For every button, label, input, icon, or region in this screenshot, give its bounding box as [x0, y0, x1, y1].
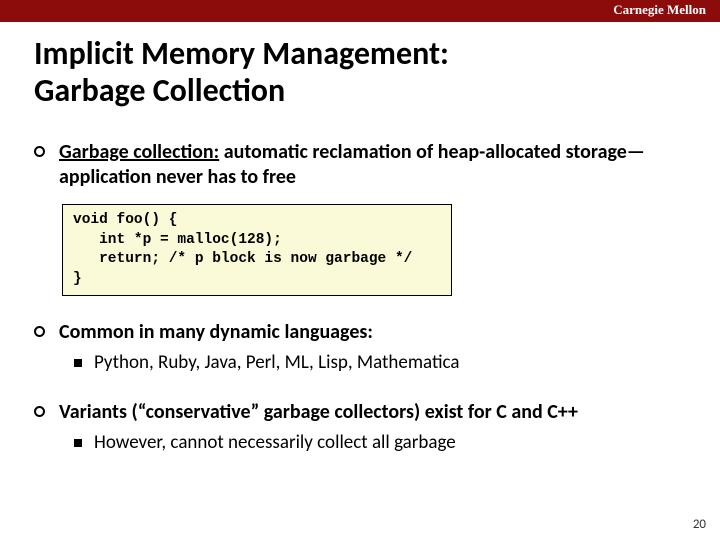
bullet-item: Variants (“conservative” garbage collect…: [34, 400, 690, 456]
bullet-text: Garbage collection: automatic reclamatio…: [59, 140, 690, 190]
title-line-1: Implicit Memory Management:: [34, 34, 449, 73]
square-bullet-icon: [74, 359, 82, 367]
bullet-item: Garbage collection: automatic reclamatio…: [34, 140, 690, 296]
page-number: 20: [693, 517, 706, 532]
subbullet-item: Python, Ruby, Java, Perl, ML, Lisp, Math…: [74, 351, 690, 376]
bullet-text: Common in many dynamic languages:: [59, 320, 373, 345]
square-bullet-icon: [74, 439, 82, 447]
subbullet-item: However, cannot necessarily collect all …: [74, 431, 690, 456]
top-bar: [0, 0, 720, 22]
code-block: void foo() { int *p = malloc(128); retur…: [62, 204, 452, 296]
subbullet-text: However, cannot necessarily collect all …: [94, 431, 456, 456]
bullet-text: Variants (“conservative” garbage collect…: [59, 400, 578, 425]
bullet-item: Common in many dynamic languages: Python…: [34, 320, 690, 376]
bullet-term: Garbage collection:: [59, 140, 219, 164]
brand-label: Carnegie Mellon: [613, 2, 706, 18]
circle-bullet-icon: [34, 146, 45, 157]
subbullet-text: Python, Ruby, Java, Perl, ML, Lisp, Math…: [94, 351, 460, 376]
slide: Carnegie Mellon Implicit Memory Manageme…: [0, 0, 720, 540]
circle-bullet-icon: [34, 326, 45, 337]
circle-bullet-icon: [34, 406, 45, 417]
slide-body: Garbage collection: automatic reclamatio…: [34, 140, 690, 480]
slide-title: Implicit Memory Management: Garbage Coll…: [34, 36, 449, 110]
title-line-2: Garbage Collection: [34, 71, 285, 110]
